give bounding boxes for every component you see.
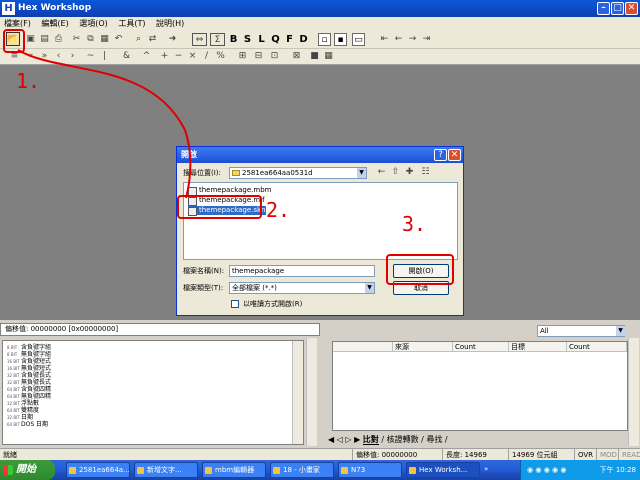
notepad-icon xyxy=(137,467,144,474)
tab-find[interactable]: 尋找 xyxy=(426,435,442,444)
taskbar-item[interactable]: 2581ea664a... xyxy=(66,462,130,478)
filter-dropdown-arrow[interactable]: ▼ xyxy=(616,326,625,336)
list-item[interactable]: 32 BIT日期 xyxy=(7,414,33,421)
annotation-step-3: 3. xyxy=(402,212,427,236)
column-header-count[interactable]: Count xyxy=(453,342,509,352)
taskbar: 開始 2581ea664a... 新增文字... mbm編輯器 18 - 小畫家… xyxy=(0,460,640,480)
data-inspector-panel: 偏移值: 00000000 [0x00000000] 8 BIT 含負號字組 8 … xyxy=(0,323,320,448)
tab-checksum[interactable]: 核證轉數 xyxy=(387,435,419,444)
tray-icon[interactable]: ◉ xyxy=(535,466,541,474)
annotation-box-3 xyxy=(386,254,454,285)
list-item[interactable]: 8 BIT 無負號字組 xyxy=(7,351,51,358)
tab-nav-icon[interactable]: ◀ ◁ ▷ ▶ xyxy=(328,435,363,444)
annotation-step-1: 1. xyxy=(16,69,41,93)
list-item[interactable]: 16 BIT無負號短式 xyxy=(7,365,51,372)
list-item[interactable]: 64 BIT含負號四精 xyxy=(7,386,51,393)
taskbar-item[interactable]: N73 xyxy=(338,462,402,478)
tray-icon[interactable]: ◉ xyxy=(552,466,558,474)
annotation-box-2 xyxy=(177,195,262,219)
clock[interactable]: 下午 10:28 xyxy=(600,460,636,480)
annotation-step-2: 2. xyxy=(266,198,291,222)
taskbar-arrows-icon[interactable]: » xyxy=(484,465,492,473)
list-item[interactable]: 16 BIT含負號短式 xyxy=(7,358,51,365)
tray-icon[interactable]: ◉ xyxy=(527,466,533,474)
filter-dropdown[interactable]: All xyxy=(537,325,625,337)
taskbar-item[interactable]: 新增文字... xyxy=(134,462,198,478)
tray-icon[interactable]: ◉ xyxy=(560,466,566,474)
offset-header: 偏移值: 00000000 [0x00000000] xyxy=(0,323,320,336)
list-item[interactable]: 32 BIT含負號長式 xyxy=(7,372,51,379)
inspector-scrollbar[interactable] xyxy=(292,341,303,444)
list-item[interactable]: 64 BITDOS 日期 xyxy=(7,421,48,428)
folder-icon xyxy=(341,467,348,474)
list-item[interactable]: 64 BIT無負號四精 xyxy=(7,393,51,400)
tab-separator: / xyxy=(444,435,448,444)
hex-workshop-icon xyxy=(409,467,416,474)
column-header-target[interactable]: 目標 xyxy=(509,342,567,352)
taskbar-item[interactable]: mbm編輯器 xyxy=(202,462,266,478)
annotation-box-1 xyxy=(3,29,25,53)
windows-logo-icon xyxy=(3,465,13,475)
list-item[interactable]: 64 BIT雙精度 xyxy=(7,407,39,414)
start-button[interactable]: 開始 xyxy=(0,460,55,480)
data-inspector-list[interactable]: 8 BIT 含負號字組 8 BIT 無負號字組 16 BIT含負號短式 16 BIT… xyxy=(2,340,304,445)
list-item[interactable]: 32 BIT無負號長式 xyxy=(7,379,51,386)
taskbar-item[interactable]: 18 - 小畫家 xyxy=(270,462,334,478)
annotation-arrow xyxy=(17,49,192,199)
tab-compare[interactable]: 比對 xyxy=(362,435,379,445)
folder-icon xyxy=(205,467,212,474)
compare-table[interactable]: 來源 Count 目標 Count xyxy=(332,341,628,431)
tray-icon[interactable]: ◉ xyxy=(544,466,550,474)
list-item[interactable]: 8 BIT 含負號字組 xyxy=(7,344,51,351)
paint-icon xyxy=(273,467,280,474)
list-item[interactable]: 32 BIT浮點數 xyxy=(7,400,39,407)
taskbar-item-active[interactable]: Hex Worksh... xyxy=(406,462,480,478)
system-tray: ◉ ◉ ◉ ◉ ◉ 下午 10:28 xyxy=(520,460,640,480)
results-scrollbar[interactable] xyxy=(628,338,639,446)
compare-results-panel: All ▼ 來源 Count 目標 Count ◀ ◁ ▷ ▶ 比對 / 核證轉… xyxy=(322,323,640,448)
status-bar: 就緒 偏移值: 00000000 長度: 14969 14969 位元組 OVR… xyxy=(0,448,640,461)
folder-icon xyxy=(69,467,76,474)
column-header-count-2[interactable]: Count xyxy=(567,342,627,352)
column-header[interactable] xyxy=(333,342,393,352)
results-tabs: ◀ ◁ ▷ ▶ 比對 / 核證轉數 / 尋找 / xyxy=(328,434,628,446)
column-header-source[interactable]: 來源 xyxy=(393,342,453,352)
panel-scrollbar[interactable] xyxy=(306,338,317,446)
